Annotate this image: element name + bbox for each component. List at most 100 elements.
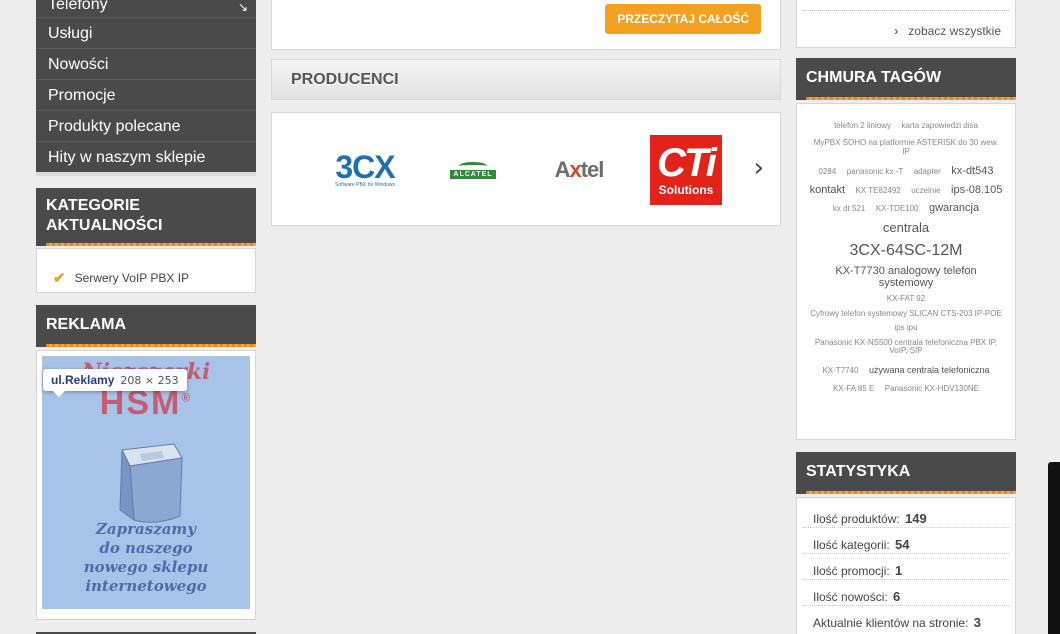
side-widget-edge[interactable] <box>1048 462 1060 634</box>
stat-label: Aktualnie klientów na stronie: <box>813 616 969 630</box>
producers-carousel: 3CX Software PBX for Windows ALCATEL Axt… <box>271 112 781 226</box>
tag-link[interactable]: KX-FA 85 E <box>833 384 874 393</box>
menu-item-label: Produkty polecane <box>48 118 181 135</box>
dotted-divider <box>803 10 1009 11</box>
category-link-voip[interactable]: Serwery VoIP PBX IP <box>75 271 190 285</box>
menu-item-label: Usługi <box>48 25 93 42</box>
header-accent-bar <box>806 491 1016 494</box>
menu-item-label: Promocje <box>48 87 116 104</box>
registered-mark: ® <box>181 390 193 405</box>
producers-header: PRODUCENCI <box>271 59 781 100</box>
stats-box: Ilość produktów: 149 Ilość kategorii: 54… <box>796 497 1016 634</box>
menu-item-label: Telefony <box>48 0 108 13</box>
tag-link[interactable]: KX TE82492 <box>856 186 901 195</box>
header-accent-bar <box>46 243 256 246</box>
see-all-box: › zobacz wszystkie <box>796 0 1016 48</box>
right-column: › zobacz wszystkie CHMURA TAGÓW telefon 2… <box>796 0 1016 634</box>
ad-slogan-line: Zapraszamy <box>95 520 197 538</box>
tag-link[interactable]: telefon 2 liniowy <box>834 121 891 130</box>
tag-link[interactable]: Panasonic KX-HDV130NE <box>885 384 979 393</box>
shredder-icon <box>119 443 183 523</box>
menu-item-telefony[interactable]: Telefony ↘ <box>36 0 256 18</box>
categories-news-header: KATEGORIE AKTUALNOŚCI <box>36 188 256 246</box>
stat-value: 6 <box>893 589 901 604</box>
logo-alcatel-word: ALCATEL <box>450 169 496 179</box>
tag-link[interactable]: ips ipu <box>809 323 1003 332</box>
stat-row-categories: Ilość kategorii: 54 <box>803 528 1009 554</box>
see-all-link[interactable]: › zobacz wszystkie <box>894 24 1001 38</box>
menu-item-promocje[interactable]: Promocje <box>36 80 256 111</box>
tag-cloud-header: CHMURA TAGÓW <box>796 58 1016 100</box>
stat-row-online: Aktualnie klientów na stronie: 3 <box>803 606 1009 632</box>
logo-cti-solutions[interactable]: CTi Solutions <box>650 135 722 205</box>
tag-link[interactable]: używana centrala telefoniczna <box>869 365 990 375</box>
left-column: Telefony ↘ Usługi Nowości Promocje Produ… <box>36 0 256 634</box>
logo-3cx[interactable]: 3CX Software PBX for Windows <box>330 135 400 205</box>
tag-link[interactable]: kx dt 521 <box>833 204 865 213</box>
tag-link[interactable]: Cyfrowy telefon systemowy SLICAN CTS-203… <box>809 309 1003 318</box>
checkmark-icon: ✔ <box>53 269 66 287</box>
logo-cti-word: CTi <box>657 141 717 185</box>
carousel-next-arrow-icon[interactable]: › <box>754 153 764 183</box>
ad-slogan-line: internetowego <box>85 577 207 595</box>
tag-link[interactable]: Panasonic KX-NS500 centrala telefoniczna… <box>809 338 1003 356</box>
tag-link[interactable]: MyPBX SOHO na platformie ASTERISK do 30 … <box>809 139 1003 156</box>
element-inspector-tooltip: ul.Reklamy 208 × 253 <box>43 369 187 397</box>
stat-value: 149 <box>905 511 927 526</box>
tag-cloud-title: CHMURA TAGÓW <box>806 69 942 86</box>
logo-alcatel[interactable]: ALCATEL <box>448 135 498 205</box>
tag-link[interactable]: 0284 <box>819 167 837 176</box>
menu-divider <box>36 172 256 176</box>
tag-link[interactable]: ips-08.105 <box>951 184 1002 197</box>
ad-banner-image[interactable]: Niszczarki HSM® Zapraszamy do naszego no… <box>42 356 250 609</box>
tag-link[interactable]: KX-T7740 <box>822 366 858 375</box>
expand-arrow-icon: ↘ <box>237 0 248 14</box>
category-menu: Telefony ↘ Usługi Nowości Promocje Produ… <box>36 0 256 172</box>
tag-link[interactable]: KX-FAT 92 <box>809 294 1003 303</box>
tag-link[interactable]: KX-T7730 analogowy telefon systemowy <box>809 265 1003 289</box>
tag-link[interactable]: adapter <box>914 167 941 176</box>
logo-3cx-word: 3CX <box>335 149 395 185</box>
ad-slogan-line: do naszego <box>99 539 193 557</box>
stat-label: Ilość produktów: <box>813 512 900 526</box>
tag-link[interactable]: centrala <box>883 221 929 235</box>
menu-item-label: Hity w naszym sklepie <box>48 149 206 166</box>
stat-row-news: Ilość nowości: 6 <box>803 580 1009 606</box>
stats-title: STATYSTYKA <box>806 463 911 480</box>
tooltip-element-size: 208 × 253 <box>120 374 179 387</box>
tag-link[interactable]: panasonic kx -T <box>847 167 903 176</box>
header-accent-bar <box>806 97 1016 100</box>
tag-link[interactable]: 3CX-64SC-12M <box>809 243 1003 260</box>
ad-slogan: Zapraszamy do naszego nowego sklepu inte… <box>42 520 250 596</box>
read-more-button[interactable]: PRZECZYTAJ CAŁOŚĆ <box>605 4 761 34</box>
article-box: PRZECZYTAJ CAŁOŚĆ <box>271 0 781 50</box>
menu-item-nowosci[interactable]: Nowości <box>36 49 256 80</box>
tag-link[interactable]: kontakt <box>810 184 845 197</box>
tag-link[interactable]: kx-dt543 <box>951 166 993 178</box>
ad-header: REKLAMA <box>36 305 256 347</box>
menu-item-label: Nowości <box>48 56 109 73</box>
tag-link[interactable]: gwarancja <box>929 203 979 215</box>
logo-axtel-x: x <box>569 157 581 182</box>
logo-axtel[interactable]: Ax tel <box>548 135 610 205</box>
tag-link[interactable]: KX-TDE100 <box>876 204 919 213</box>
stat-row-products: Ilość produktów: 149 <box>803 502 1009 528</box>
categories-news-box: ✔ Serwery VoIP PBX IP <box>36 248 256 293</box>
chevron-right-icon: › <box>894 24 899 38</box>
stat-value: 1 <box>895 563 903 578</box>
menu-item-hity[interactable]: Hity w naszym sklepie <box>36 142 256 172</box>
stat-label: Ilość nowości: <box>813 590 888 604</box>
tag-link[interactable]: karta zapowiedzi disa <box>901 121 977 130</box>
ad-title: REKLAMA <box>46 316 126 333</box>
tag-link[interactable]: uczelnie <box>911 186 940 195</box>
stat-label: Ilość kategorii: <box>813 538 890 552</box>
stat-row-promotions: Ilość promocji: 1 <box>803 554 1009 580</box>
alcatel-arc-icon <box>459 161 487 170</box>
see-all-label: zobacz wszystkie <box>908 24 1001 38</box>
stat-value: 54 <box>895 537 910 552</box>
menu-item-uslugi[interactable]: Usługi <box>36 18 256 49</box>
stats-header: STATYSTYKA <box>796 452 1016 494</box>
stat-value: 3 <box>973 615 981 630</box>
producers-title: PRODUCENCI <box>291 71 399 88</box>
menu-item-produkty-polecane[interactable]: Produkty polecane <box>36 111 256 142</box>
